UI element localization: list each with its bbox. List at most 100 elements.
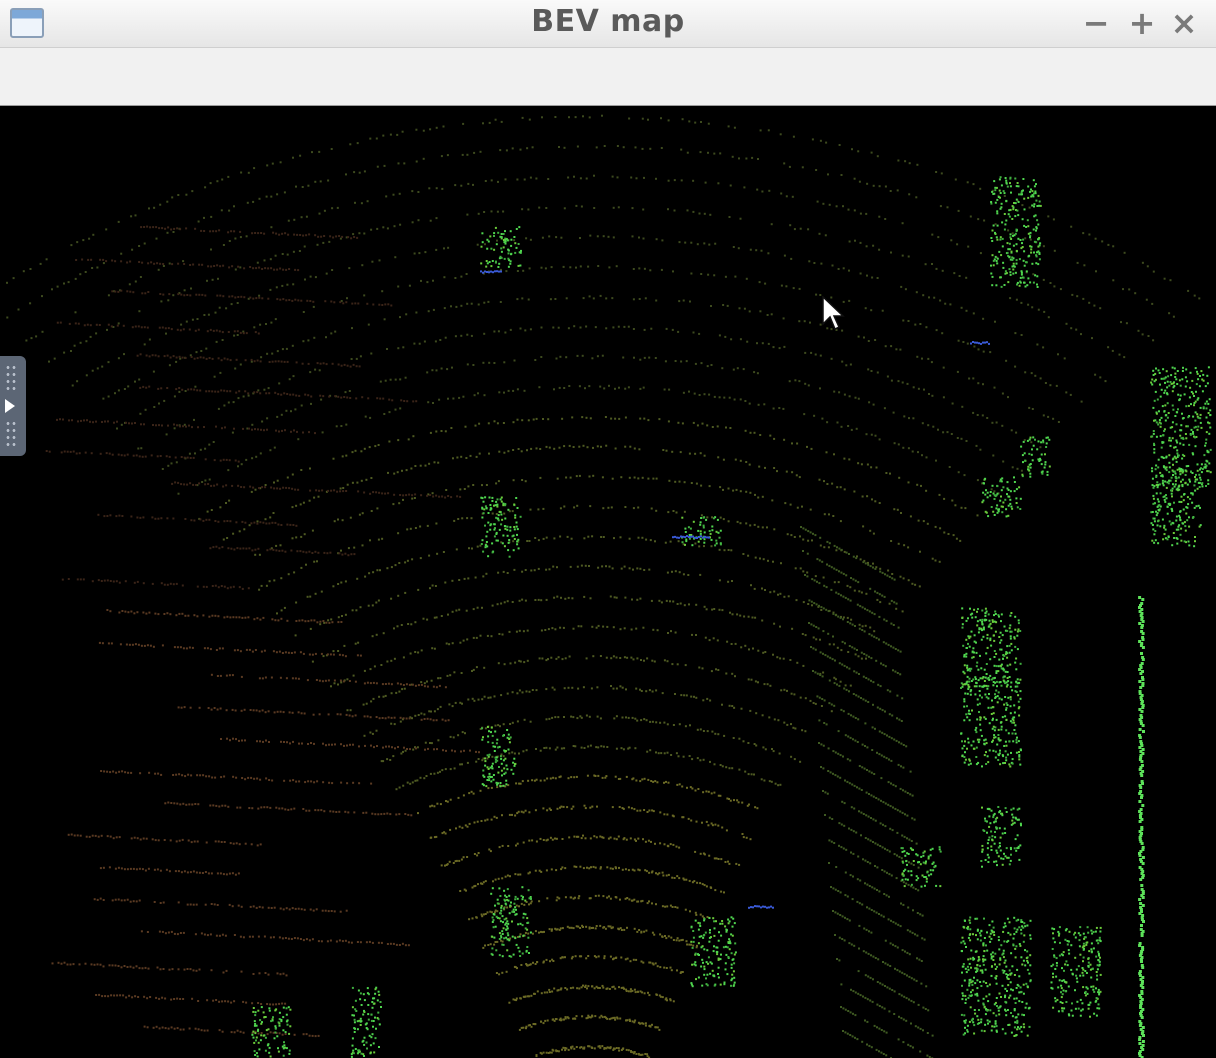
- close-icon[interactable]: ×: [1168, 6, 1200, 40]
- lidar-point: [93, 963, 96, 966]
- lidar-point: [29, 302, 32, 305]
- lidar-point: [631, 989, 634, 992]
- lidar-point: [865, 433, 868, 436]
- lidar-point: [647, 477, 650, 480]
- lidar-point: [429, 742, 431, 744]
- lidar-point: [916, 483, 919, 486]
- lidar-point: [222, 971, 225, 974]
- lidar-point: [284, 1002, 287, 1005]
- lidar-point: [876, 598, 879, 601]
- lidar-point: [131, 996, 134, 999]
- lidar-point: [615, 687, 618, 690]
- lidar-point: [267, 297, 270, 300]
- lidar-point: [428, 462, 431, 465]
- lidar-point: [979, 448, 982, 451]
- lidar-point: [291, 677, 294, 680]
- lidar-point: [427, 747, 429, 750]
- lidar-point: [317, 495, 320, 498]
- lidar-point: [317, 551, 320, 554]
- lidar-point: [84, 271, 87, 273]
- lidar-point: [636, 930, 639, 933]
- lidar-point: [477, 212, 480, 215]
- lidar-point: [305, 938, 308, 941]
- lidar-point: [1099, 307, 1102, 310]
- lidar-point: [164, 802, 167, 805]
- lidar-point: [225, 709, 228, 712]
- lidar-point: [175, 356, 178, 359]
- lidar-point: [597, 986, 600, 989]
- lidar-point: [632, 328, 635, 330]
- lidar-point: [102, 262, 105, 265]
- lidar-point: [337, 583, 340, 585]
- lidar-point: [596, 805, 598, 808]
- lidar-point: [704, 636, 707, 639]
- lidar-point: [531, 146, 534, 149]
- lidar-point: [228, 240, 231, 242]
- lidar-point: [703, 545, 705, 548]
- lidar-point: [30, 337, 33, 340]
- lidar-point: [681, 118, 684, 121]
- lidar-point: [299, 550, 302, 553]
- lidar-point: [140, 644, 143, 647]
- minimize-icon[interactable]: −: [1080, 6, 1112, 40]
- window-titlebar[interactable]: BEV map − + ×: [0, 0, 1216, 48]
- lidar-point: [838, 144, 841, 146]
- lidar-point: [268, 741, 270, 743]
- lidar-point: [352, 233, 355, 236]
- lidar-point: [899, 787, 902, 790]
- lidar-point: [440, 615, 443, 617]
- lidar-point: [796, 442, 799, 445]
- lidar-point: [598, 1045, 601, 1048]
- lidar-point: [711, 730, 714, 733]
- lidar-point: [646, 811, 649, 813]
- lidar-point: [566, 806, 569, 809]
- lidar-point: [631, 716, 634, 719]
- lidar-point: [316, 780, 319, 783]
- lidar-point: [925, 489, 928, 492]
- lidar-point: [819, 674, 822, 676]
- lidar-point: [355, 397, 358, 400]
- lidar-point: [897, 542, 900, 545]
- lidar-point: [141, 868, 144, 871]
- lidar-point: [734, 675, 736, 678]
- lidar-point: [420, 683, 423, 686]
- maximize-icon[interactable]: +: [1126, 6, 1158, 40]
- lidar-point: [297, 711, 300, 714]
- lidar-point: [497, 571, 500, 574]
- lidar-point: [815, 169, 818, 171]
- lidar-point: [215, 545, 218, 548]
- lidar-point: [167, 1027, 170, 1030]
- lidar-point: [581, 416, 584, 419]
- lidar-point: [77, 322, 80, 325]
- lidar-point: [835, 568, 838, 571]
- lidar-point: [140, 423, 142, 426]
- lidar-point: [431, 369, 434, 372]
- lidar-point: [631, 598, 633, 601]
- lidar-point: [209, 547, 212, 550]
- lidar-point: [634, 747, 637, 750]
- lidar-point: [569, 987, 572, 990]
- lidar-point: [865, 212, 868, 215]
- lidar-point: [730, 549, 733, 552]
- lidar-point: [761, 714, 764, 717]
- lidar-point: [742, 553, 745, 555]
- lidar-point: [272, 1031, 275, 1034]
- lidar-point: [346, 782, 349, 785]
- lidar-point: [178, 773, 181, 776]
- lidar-point: [537, 567, 540, 570]
- lidar-point: [307, 362, 310, 365]
- lidar-point: [1172, 315, 1175, 318]
- lidar-point: [667, 873, 670, 876]
- lidar-point: [398, 192, 401, 195]
- lidar-point: [134, 422, 136, 424]
- lidar-point: [680, 694, 683, 697]
- lidar-point: [829, 656, 832, 659]
- lidar-point: [642, 626, 645, 629]
- bev-map-canvas[interactable]: [0, 106, 1216, 1058]
- lidar-point: [672, 939, 675, 941]
- lidar-point: [157, 517, 160, 520]
- lidar-point: [832, 515, 835, 517]
- lidar-point: [555, 657, 558, 660]
- lidar-point: [375, 601, 378, 604]
- lidar-point: [393, 627, 395, 630]
